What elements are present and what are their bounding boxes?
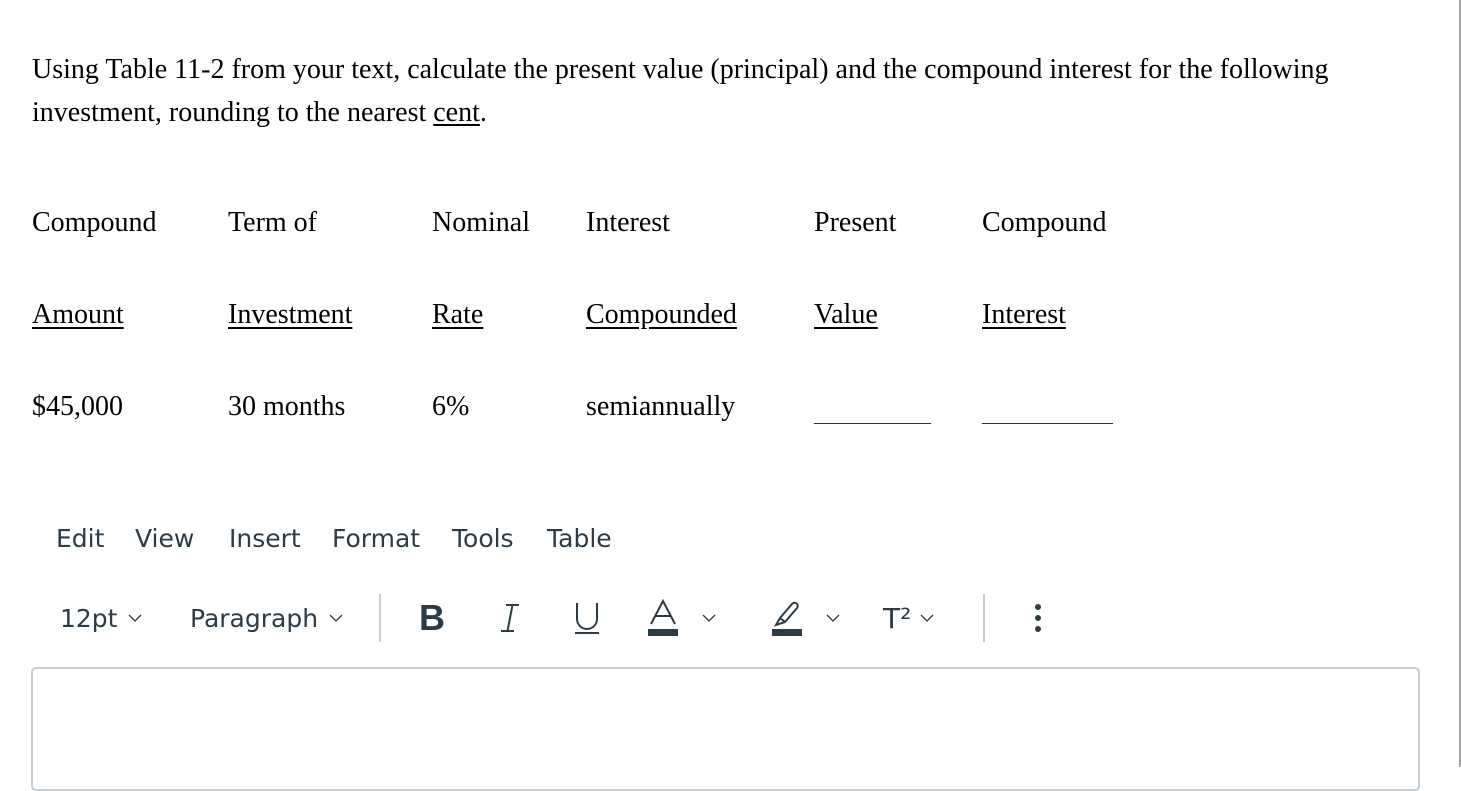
question-body: Using Table 11-2 from your text, calcula… <box>32 54 1329 128</box>
header-compounded: Compounded <box>586 299 737 330</box>
more-options-button[interactable] <box>1030 590 1046 646</box>
table-data-row: $45,000 30 months 6% semiannually <box>0 391 1400 431</box>
chevron-down-icon <box>329 614 343 622</box>
header-amount: Amount <box>32 299 124 330</box>
toolbar-divider <box>983 594 985 642</box>
block-format-select[interactable]: Paragraph <box>190 590 344 646</box>
chevron-down-icon[interactable] <box>825 610 841 626</box>
header-nominal: Nominal <box>432 207 530 238</box>
question-underlined-word: cent <box>433 97 480 128</box>
editor-toolbar: 12pt Paragraph B T² <box>0 590 1461 646</box>
header-term-of: Term of <box>228 207 318 238</box>
text-color-icon <box>648 599 678 636</box>
menu-table[interactable]: Table <box>547 524 612 553</box>
font-size-value: 12pt <box>60 603 118 633</box>
toolbar-divider <box>379 594 381 642</box>
rate-value: 6% <box>432 391 470 422</box>
chevron-down-icon[interactable] <box>701 610 717 626</box>
rich-text-editor-area[interactable] <box>31 667 1420 791</box>
chevron-down-icon <box>129 614 142 622</box>
menu-tools[interactable]: Tools <box>452 524 514 553</box>
term-value: 30 months <box>228 391 346 422</box>
font-size-select[interactable]: 12pt <box>60 590 143 646</box>
highlight-color-button[interactable] <box>771 590 841 646</box>
header-interest-2: Interest <box>982 299 1066 330</box>
underline-button[interactable] <box>572 590 602 646</box>
highlighter-icon <box>772 601 802 636</box>
compound-interest-blank <box>982 423 1113 424</box>
underline-icon <box>575 603 599 634</box>
superscript-button[interactable]: T² <box>883 590 935 646</box>
question-text: Using Table 11-2 from your text, calcula… <box>32 48 1412 134</box>
table-header-row-1: Compound Term of Nominal Interest Presen… <box>0 207 1400 247</box>
header-investment: Investment <box>228 299 353 330</box>
italic-icon <box>501 604 519 632</box>
bold-button[interactable]: B <box>419 590 445 646</box>
header-present: Present <box>814 207 897 238</box>
menu-edit[interactable]: Edit <box>56 524 104 553</box>
bold-icon: B <box>419 597 445 638</box>
more-vertical-icon <box>1035 604 1041 632</box>
superscript-icon: T² <box>883 601 912 635</box>
compounded-value: semiannually <box>586 391 736 422</box>
chevron-down-icon[interactable] <box>919 610 935 626</box>
menu-format[interactable]: Format <box>332 524 420 553</box>
header-value: Value <box>814 299 878 330</box>
text-color-button[interactable] <box>647 590 717 646</box>
question-end: . <box>479 97 487 128</box>
header-rate: Rate <box>432 299 484 330</box>
present-value-blank <box>814 423 931 424</box>
block-format-value: Paragraph <box>190 603 319 633</box>
header-interest: Interest <box>586 207 670 238</box>
header-compound: Compound <box>32 207 157 238</box>
menu-insert[interactable]: Insert <box>229 524 301 553</box>
menu-view[interactable]: View <box>135 524 194 553</box>
compound-amount-value: $45,000 <box>32 391 123 422</box>
table-header-row-2: Amount Investment Rate Compounded Value … <box>0 299 1400 339</box>
italic-button[interactable] <box>497 590 523 646</box>
header-compound-2: Compound <box>982 207 1107 238</box>
